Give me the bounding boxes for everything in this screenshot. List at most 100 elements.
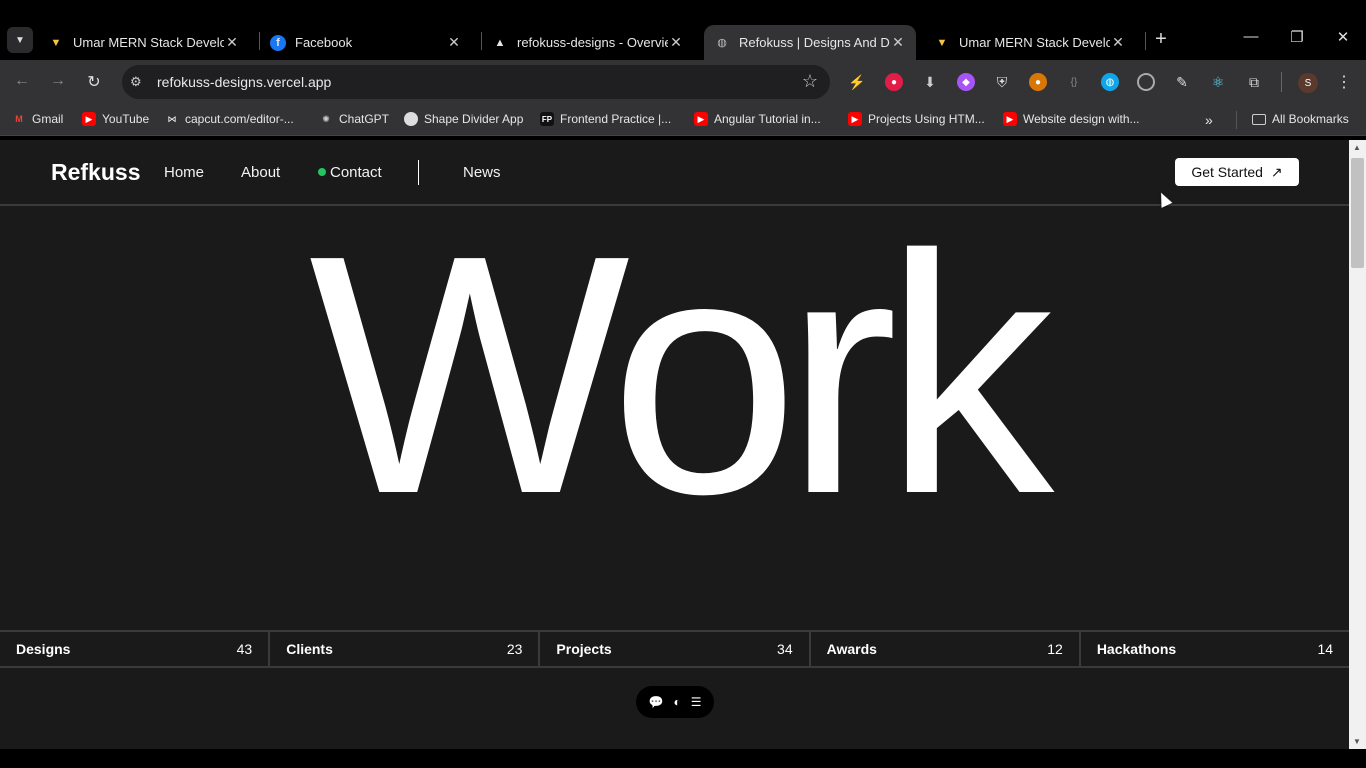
purple-extension-icon[interactable]: ◆	[957, 73, 975, 91]
all-bookmarks-button[interactable]: All Bookmarks	[1252, 112, 1349, 126]
lightning-extension-icon[interactable]: ⚡	[848, 73, 866, 91]
bookmark-star-icon[interactable]: ☆	[802, 71, 818, 92]
bookmark-angular-tutorial[interactable]: ▶ Angular Tutorial in...	[694, 112, 821, 126]
scrollbar-thumb[interactable]	[1351, 158, 1364, 268]
tab-facebook[interactable]: f Facebook ✕	[260, 25, 472, 60]
bookmark-label: Angular Tutorial in...	[714, 112, 821, 126]
bookmark-projects-html[interactable]: ▶ Projects Using HTM...	[848, 112, 985, 126]
vercel-v-icon: ▼	[936, 36, 948, 49]
bookmark-website-design[interactable]: ▶ Website design with...	[1003, 112, 1140, 126]
brackets-extension-icon[interactable]: {}	[1065, 73, 1083, 91]
nav-contact-label: Contact	[330, 164, 382, 181]
minimize-icon: —	[1243, 28, 1259, 45]
vercel-v-icon: ▼	[50, 36, 62, 49]
bookmark-capcut[interactable]: ⋈ capcut.com/editor-...	[165, 112, 294, 126]
stats-bar: Designs 43 Clients 23 Projects 34 Awards…	[0, 630, 1349, 668]
comment-icon[interactable]: 💬	[649, 695, 664, 709]
address-bar[interactable]: ⚙ refokuss-designs.vercel.app ☆	[122, 65, 830, 99]
bookmark-shape-divider[interactable]: Shape Divider App	[404, 112, 523, 126]
close-icon[interactable]: ✕	[224, 34, 240, 51]
scroll-down-icon[interactable]: ▼	[1353, 737, 1361, 746]
arrow-left-icon: ←	[14, 72, 30, 89]
toolbar-divider	[1281, 72, 1282, 92]
status-dot-icon	[318, 168, 326, 176]
close-icon[interactable]: ✕	[1110, 34, 1126, 51]
tab-refokuss-active[interactable]: ◍ Refokuss | Designs And Dev ✕	[704, 25, 916, 60]
bookmark-divider	[1236, 111, 1237, 129]
minimize-button[interactable]: —	[1241, 28, 1261, 45]
toggle-icon[interactable]: ◐	[673, 695, 680, 709]
close-window-button[interactable]: ✕	[1333, 28, 1353, 46]
bookmark-chatgpt[interactable]: ✺ ChatGPT	[319, 112, 389, 126]
page-scrollbar[interactable]: ▲ ▼	[1349, 140, 1366, 749]
tab-vercel-overview[interactable]: ▲ refokuss-designs - Overview ✕	[482, 25, 694, 60]
web-page: Refkuss Home About Contact News Get Star…	[0, 140, 1349, 749]
bookmarks-overflow-button[interactable]: »	[1205, 112, 1213, 128]
avatar[interactable]: S	[1298, 73, 1318, 93]
tab-title: Umar MERN Stack Develope	[73, 35, 224, 50]
back-button[interactable]: ←	[12, 72, 32, 90]
stat-clients: Clients 23	[270, 632, 541, 666]
nav-contact-link[interactable]: Contact	[318, 164, 382, 181]
stat-projects: Projects 34	[540, 632, 811, 666]
nav-news-link[interactable]: News	[463, 164, 501, 181]
all-bookmarks-label: All Bookmarks	[1272, 112, 1349, 126]
stat-count: 23	[506, 641, 523, 657]
reload-button[interactable]: ↻	[84, 72, 104, 92]
stat-count: 43	[236, 641, 253, 657]
fp-icon: FP	[540, 112, 554, 126]
hero-heading: Work	[308, 185, 1054, 565]
color-picker-extension-icon[interactable]: ✎	[1173, 73, 1191, 91]
stat-label: Projects	[556, 641, 612, 657]
stat-designs: Designs 43	[0, 632, 271, 666]
forward-button[interactable]: →	[48, 72, 68, 90]
bookmark-label: YouTube	[102, 112, 150, 126]
download-extension-icon[interactable]: ⬇	[921, 73, 939, 91]
close-icon[interactable]: ✕	[446, 34, 462, 51]
close-icon[interactable]: ✕	[668, 34, 684, 51]
stat-label: Designs	[16, 641, 71, 657]
youtube-icon: ▶	[848, 112, 862, 126]
get-started-button[interactable]: Get Started ↗	[1175, 158, 1299, 186]
menu-list-icon[interactable]: ☰	[691, 695, 702, 709]
tab-title: Refokuss | Designs And Dev	[739, 35, 890, 50]
red-extension-icon[interactable]: ●	[885, 73, 903, 91]
bookmark-youtube[interactable]: ▶ YouTube	[82, 112, 149, 126]
trending-arrow-icon: ↗	[1270, 163, 1283, 180]
restore-button[interactable]: ❐	[1287, 28, 1307, 46]
shape-divider-icon	[404, 112, 418, 126]
tab-umar-1[interactable]: ▼ Umar MERN Stack Develope ✕	[38, 25, 250, 60]
bookmark-frontend-practice[interactable]: FP Frontend Practice |...	[540, 112, 671, 126]
close-icon: ✕	[1336, 29, 1350, 46]
tab-umar-2[interactable]: ▼ Umar MERN Stack Develope ✕	[924, 25, 1136, 60]
arrow-right-icon: →	[50, 72, 66, 89]
shield-extension-icon[interactable]: ⛨	[993, 73, 1011, 91]
bookmark-label: capcut.com/editor-...	[185, 112, 294, 126]
url-text[interactable]: refokuss-designs.vercel.app	[157, 74, 331, 90]
bookmark-label: ChatGPT	[339, 112, 390, 126]
react-devtools-icon[interactable]: ⚛	[1209, 73, 1227, 91]
kebab-menu-icon[interactable]: ⋮	[1335, 73, 1353, 91]
scroll-up-icon[interactable]: ▲	[1353, 143, 1361, 152]
cookie-extension-icon[interactable]: ●	[1029, 73, 1047, 91]
close-icon[interactable]: ✕	[890, 34, 906, 51]
tab-title: Facebook	[295, 35, 353, 50]
bookmark-label: Shape Divider App	[424, 112, 524, 126]
facebook-icon: f	[270, 34, 286, 51]
stat-label: Hackathons	[1096, 641, 1177, 657]
youtube-icon: ▶	[694, 112, 708, 126]
nav-home-link[interactable]: Home	[164, 164, 204, 181]
site-settings-icon[interactable]: ⚙	[130, 74, 142, 90]
nav-about-link[interactable]: About	[241, 164, 280, 181]
site-logo[interactable]: Refkuss	[51, 159, 140, 186]
plus-icon: +	[1155, 28, 1167, 50]
new-tab-button[interactable]: +	[1150, 29, 1172, 51]
bookmark-gmail[interactable]: M Gmail	[12, 112, 63, 126]
stat-label: Awards	[826, 641, 877, 657]
globe-extension-icon[interactable]: ◍	[1101, 73, 1119, 91]
stat-count: 34	[777, 641, 793, 657]
circle-extension-icon[interactable]	[1137, 73, 1155, 91]
puzzle-extensions-icon[interactable]: ⧉	[1245, 73, 1263, 91]
tab-search-button[interactable]: ▼	[7, 27, 33, 53]
browser-toolbar: ← → ↻ ⚙ refokuss-designs.vercel.app ☆ ⚡ …	[0, 60, 1366, 104]
